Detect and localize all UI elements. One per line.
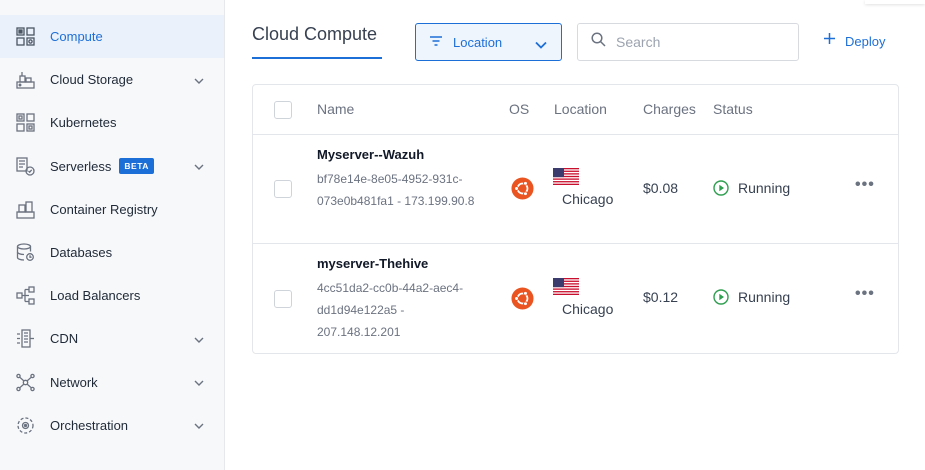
location-filter-label: Location bbox=[453, 34, 503, 50]
us-flag-icon bbox=[553, 168, 579, 185]
sidebar-item-compute[interactable]: Compute bbox=[0, 15, 224, 59]
network-icon bbox=[15, 372, 36, 393]
location-city: Chicago bbox=[562, 191, 614, 207]
deploy-button[interactable]: Deploy bbox=[823, 32, 885, 50]
sidebar-item-label: Serverless bbox=[50, 158, 112, 174]
server-id-line: 207.148.12.201 bbox=[317, 325, 401, 339]
sidebar-item-label: Kubernetes bbox=[50, 115, 117, 131]
row-checkbox[interactable] bbox=[274, 290, 292, 308]
kubernetes-icon bbox=[15, 112, 36, 133]
orchestration-icon bbox=[15, 415, 36, 436]
beta-badge: BETA bbox=[119, 158, 154, 175]
tab-cloud-compute[interactable]: Cloud Compute bbox=[252, 24, 382, 59]
chevron-down-icon[interactable] bbox=[194, 330, 204, 348]
load-balancers-icon bbox=[15, 285, 36, 306]
sidebar-item-orchestration[interactable]: Orchestration bbox=[0, 404, 224, 447]
cloud-storage-icon bbox=[15, 69, 36, 90]
location-filter-button[interactable]: Location bbox=[415, 23, 562, 61]
sidebar-item-kubernetes[interactable]: Kubernetes bbox=[0, 101, 224, 144]
more-actions-icon[interactable]: ••• bbox=[855, 285, 875, 303]
sidebar-item-label: Load Balancers bbox=[50, 288, 141, 304]
top-corner-card bbox=[865, 0, 925, 4]
plus-icon bbox=[823, 32, 836, 50]
status-text: Running bbox=[738, 180, 791, 196]
us-flag-icon bbox=[553, 278, 579, 295]
column-header-location[interactable]: Location bbox=[554, 101, 607, 117]
chevron-down-icon[interactable] bbox=[194, 416, 204, 434]
server-name[interactable]: Myserver--Wazuh bbox=[317, 147, 424, 162]
sidebar-item-network[interactable]: Network bbox=[0, 361, 224, 404]
deploy-label: Deploy bbox=[845, 33, 886, 49]
databases-icon bbox=[15, 242, 36, 263]
row-checkbox[interactable] bbox=[274, 180, 292, 198]
sidebar-item-label: Cloud Storage bbox=[50, 72, 134, 88]
table-header: Name OS Location Charges Status bbox=[253, 85, 898, 135]
compute-icon bbox=[15, 26, 36, 47]
server-id-line: 4cc51da2-cc0b-44a2-aec4- bbox=[317, 281, 464, 295]
sidebar: Compute Cloud Storage Kubernetes Serverl… bbox=[0, 0, 225, 470]
search-box[interactable] bbox=[577, 23, 799, 61]
sidebar-item-cdn[interactable]: CDN bbox=[0, 317, 224, 360]
sidebar-item-databases[interactable]: Databases bbox=[0, 231, 224, 274]
sidebar-item-cloud-storage[interactable]: Cloud Storage bbox=[0, 58, 224, 101]
ubuntu-icon bbox=[511, 287, 534, 310]
chevron-down-icon[interactable] bbox=[194, 71, 204, 89]
server-meta: 4cc51da2-cc0b-44a2-aec4- dd1d94e122a5 - … bbox=[317, 277, 492, 343]
more-actions-icon[interactable]: ••• bbox=[855, 176, 875, 194]
server-id-line: 073e0b481fa1 - 173.199.90.8 bbox=[317, 194, 475, 208]
sidebar-item-label: Compute bbox=[50, 29, 103, 45]
server-charges: $0.12 bbox=[643, 289, 679, 305]
status-badge: Running bbox=[713, 180, 790, 196]
chevron-down-icon[interactable] bbox=[194, 373, 204, 391]
status-badge: Running bbox=[713, 289, 790, 305]
sidebar-item-label: Container Registry bbox=[50, 201, 158, 217]
play-circle-icon bbox=[713, 289, 729, 305]
sidebar-item-label: Network bbox=[50, 374, 98, 390]
sidebar-item-serverless[interactable]: Serverless BETA bbox=[0, 145, 224, 188]
search-icon bbox=[591, 32, 606, 52]
column-header-name[interactable]: Name bbox=[317, 101, 354, 117]
server-id-line: dd1d94e122a5 - bbox=[317, 303, 405, 317]
server-meta: bf78e14e-8e05-4952-931c- 073e0b481fa1 - … bbox=[317, 168, 492, 212]
play-circle-icon bbox=[713, 180, 729, 196]
servers-table: Name OS Location Charges Status Myserver… bbox=[252, 84, 899, 354]
main-content: Cloud Compute Location Deploy Name OS Lo… bbox=[225, 0, 925, 470]
search-input[interactable] bbox=[616, 34, 786, 50]
serverless-icon bbox=[15, 156, 36, 177]
table-row[interactable]: myserver-Thehive 4cc51da2-cc0b-44a2-aec4… bbox=[253, 244, 898, 353]
ubuntu-icon bbox=[511, 177, 534, 200]
cdn-icon bbox=[15, 328, 36, 349]
column-header-status[interactable]: Status bbox=[713, 101, 753, 117]
filter-icon bbox=[429, 33, 443, 51]
sidebar-item-label: Databases bbox=[50, 245, 113, 261]
location-city: Chicago bbox=[562, 301, 614, 317]
server-id-line: bf78e14e-8e05-4952-931c- bbox=[317, 172, 463, 186]
select-all-checkbox[interactable] bbox=[274, 101, 292, 119]
sidebar-item-label: Orchestration bbox=[50, 417, 129, 433]
server-name[interactable]: myserver-Thehive bbox=[317, 256, 428, 271]
sidebar-item-container-registry[interactable]: Container Registry bbox=[0, 188, 224, 231]
sidebar-item-load-balancers[interactable]: Load Balancers bbox=[0, 274, 224, 317]
chevron-down-icon[interactable] bbox=[194, 157, 204, 175]
sidebar-item-label: CDN bbox=[50, 331, 79, 347]
server-charges: $0.08 bbox=[643, 180, 679, 196]
column-header-os[interactable]: OS bbox=[509, 101, 529, 117]
column-header-charges[interactable]: Charges bbox=[643, 101, 696, 117]
table-row[interactable]: Myserver--Wazuh bf78e14e-8e05-4952-931c-… bbox=[253, 135, 898, 244]
chevron-down-icon bbox=[535, 36, 547, 54]
status-text: Running bbox=[738, 289, 791, 305]
container-registry-icon bbox=[15, 199, 36, 220]
